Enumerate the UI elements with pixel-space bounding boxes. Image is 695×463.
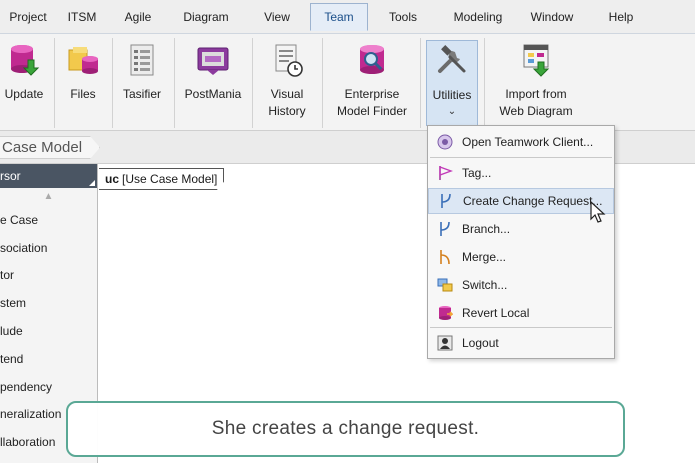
- files-label: Files: [70, 87, 96, 101]
- palette-cursor-tool[interactable]: rsor: [0, 164, 97, 188]
- model-finder-icon: [360, 45, 384, 74]
- files-button[interactable]: Files: [60, 40, 106, 126]
- menu-tools[interactable]: Tools: [368, 3, 438, 31]
- tutorial-caption: She creates a change request.: [66, 401, 625, 457]
- chevron-down-icon: ⌄: [447, 106, 457, 117]
- visual-history-icon: [275, 44, 303, 77]
- logout-icon: [436, 334, 454, 352]
- menu-item-open-teamwork-client[interactable]: Open Teamwork Client...: [428, 129, 614, 155]
- menu-item-label: Tag...: [462, 166, 492, 180]
- ribbon-separator: [174, 38, 175, 128]
- diagram-frame-tab: uc [Use Case Model]: [99, 168, 225, 190]
- menu-item-label: Branch...: [462, 222, 511, 236]
- postmania-label: PostMania: [184, 87, 242, 101]
- menu-item-label: Switch...: [462, 278, 508, 292]
- menu-bar: Project ITSM Agile Diagram View Team Too…: [0, 0, 695, 33]
- menu-item-label: Logout: [462, 336, 499, 350]
- ribbon-toolbar: Update Files Tasifier PostMania Visual H…: [0, 33, 695, 131]
- menu-item-revert-local[interactable]: Revert Local: [428, 300, 614, 326]
- menu-diagram[interactable]: Diagram: [168, 3, 244, 31]
- palette-item-include[interactable]: lude: [0, 317, 97, 345]
- menu-agile[interactable]: Agile: [108, 3, 168, 31]
- postmania-button[interactable]: PostMania: [180, 40, 246, 126]
- menu-item-label: Merge...: [462, 250, 507, 264]
- palette-item-extend[interactable]: tend: [0, 345, 97, 373]
- menu-help[interactable]: Help: [586, 3, 656, 31]
- ribbon-separator: [484, 38, 485, 128]
- menu-item-label: Open Teamwork Client...: [462, 135, 594, 149]
- menu-item-label: Create Change Request...: [463, 194, 603, 208]
- mouse-pointer-icon: [590, 201, 606, 223]
- menu-item-label: Revert Local: [462, 306, 530, 320]
- menu-view[interactable]: View: [244, 3, 310, 31]
- utilities-button[interactable]: Utilities ⌄: [426, 40, 478, 126]
- import-web-diagram-icon: [523, 44, 550, 77]
- revert-local-icon: [436, 304, 454, 322]
- tag-flag-icon: [436, 164, 454, 182]
- update-label: Update: [4, 87, 44, 101]
- visual-history-button[interactable]: Visual History: [258, 40, 316, 126]
- menu-item-tag[interactable]: Tag...: [428, 160, 614, 186]
- tasifier-label: Tasifier: [122, 87, 161, 101]
- menu-item-merge[interactable]: Merge...: [428, 244, 614, 270]
- menu-item-switch[interactable]: Switch...: [428, 272, 614, 298]
- ribbon-separator: [112, 38, 113, 128]
- postmania-icon: [197, 47, 229, 75]
- breadcrumb-item-use-case-model[interactable]: Case Model: [0, 136, 100, 159]
- change-request-icon: [437, 192, 455, 210]
- enterprise-model-finder-button[interactable]: Enterprise Model Finder: [330, 40, 414, 126]
- tasifier-button[interactable]: Tasifier: [116, 40, 168, 126]
- palette-item-system[interactable]: stem: [0, 289, 97, 317]
- ribbon-separator: [54, 38, 55, 128]
- menu-separator: [430, 327, 612, 328]
- branch-icon: [436, 220, 454, 238]
- menu-itsm[interactable]: ITSM: [56, 3, 108, 31]
- ribbon-separator: [252, 38, 253, 128]
- database-download-icon: [11, 45, 40, 76]
- diagram-keyword: uc: [105, 172, 120, 186]
- update-button[interactable]: Update: [0, 40, 48, 126]
- palette-item-dependency[interactable]: pendency: [0, 373, 97, 401]
- visual-history-label: Visual History: [268, 87, 306, 118]
- files-folder-icon: [68, 47, 98, 74]
- ribbon-separator: [322, 38, 323, 128]
- menu-item-create-change-request[interactable]: Create Change Request...: [428, 188, 614, 214]
- ribbon-separator: [420, 38, 421, 128]
- teamwork-client-icon: [436, 133, 454, 151]
- import-web-diagram-label: Import from Web Diagram: [499, 87, 573, 118]
- menu-window[interactable]: Window: [518, 3, 586, 31]
- diagram-name: [Use Case Model]: [122, 172, 218, 186]
- scroll-up-icon[interactable]: ▲: [0, 188, 97, 206]
- menu-item-branch[interactable]: Branch...: [428, 216, 614, 242]
- menu-project[interactable]: Project: [0, 3, 56, 31]
- menu-team[interactable]: Team: [310, 2, 368, 31]
- menu-item-logout[interactable]: Logout: [428, 330, 614, 356]
- tasifier-icon: [130, 44, 154, 76]
- palette-item-actor[interactable]: tor: [0, 262, 97, 290]
- switch-icon: [436, 276, 454, 294]
- enterprise-model-finder-label: Enterprise Model Finder: [336, 87, 408, 118]
- palette-item-use-case[interactable]: e Case: [0, 206, 97, 234]
- palette-item-association[interactable]: sociation: [0, 234, 97, 262]
- menu-modeling[interactable]: Modeling: [438, 3, 518, 31]
- menu-separator: [430, 157, 612, 158]
- import-web-diagram-button[interactable]: Import from Web Diagram: [494, 40, 578, 126]
- merge-icon: [436, 248, 454, 266]
- tools-icon: [438, 45, 466, 73]
- utilities-dropdown-menu: Open Teamwork Client... Tag... Create Ch…: [427, 125, 615, 359]
- utilities-label: Utilities: [432, 88, 472, 102]
